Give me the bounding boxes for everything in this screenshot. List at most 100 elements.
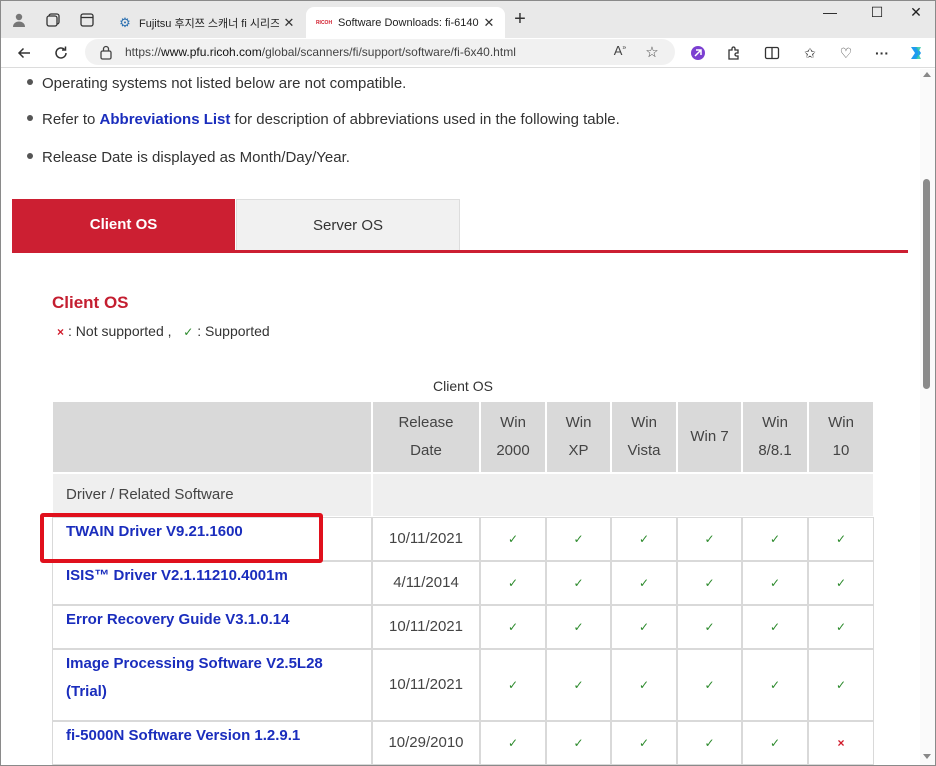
legend-supported: : Supported [197, 323, 270, 339]
software-name-suffix[interactable]: (Trial) [66, 678, 107, 706]
check-icon: ✓ [638, 620, 650, 634]
support-cell: ✓ [742, 561, 808, 605]
vertical-scrollbar[interactable] [920, 69, 935, 765]
note-item: Refer to Abbreviations List for descript… [27, 111, 620, 128]
tab-title: Software Downloads: fi-6140 / fi- [338, 16, 479, 29]
header-text: 8/8.1 [758, 442, 792, 459]
scroll-down-arrow-icon[interactable] [923, 754, 931, 759]
software-name[interactable]: Image Processing Software V2.5L28 [66, 650, 323, 678]
lock-icon[interactable] [99, 44, 113, 60]
scroll-up-arrow-icon[interactable] [923, 72, 931, 77]
extensions-puzzle-icon[interactable] [723, 42, 745, 64]
tab-software-downloads[interactable]: RICOH Software Downloads: fi-6140 / fi- … [306, 7, 505, 38]
close-icon[interactable]: ✕ [479, 15, 499, 31]
profile-icon[interactable] [9, 10, 29, 30]
tab-server-os[interactable]: Server OS [236, 199, 460, 250]
note-text: Release Date is displayed as Month/Day/Y… [42, 149, 350, 166]
note-item: Operating systems not listed below are n… [27, 75, 406, 92]
support-cell: ✓ [808, 561, 874, 605]
support-cell: ✓ [742, 649, 808, 721]
check-icon: ✓ [769, 576, 781, 590]
abbreviations-list-link[interactable]: Abbreviations List [100, 111, 231, 128]
check-icon: ✓ [507, 678, 519, 692]
close-icon[interactable]: ✕ [279, 15, 299, 31]
split-screen-icon[interactable] [761, 42, 783, 64]
favorite-star-icon[interactable]: ☆ [643, 43, 661, 61]
support-cell: ✓ [742, 605, 808, 649]
back-arrow-icon[interactable] [12, 41, 36, 65]
header-text: XP [568, 442, 589, 459]
support-cell: ✓ [611, 517, 677, 561]
read-aloud-icon[interactable]: A» [611, 43, 629, 61]
tab-title: Fujitsu 후지쯔 스캐너 fi 시리즈-S [139, 17, 279, 30]
tab-actions-icon[interactable] [77, 10, 97, 30]
support-cell: ✓ [546, 605, 611, 649]
check-icon: ✓ [638, 736, 650, 750]
copilot-icon[interactable] [905, 42, 927, 64]
workspaces-icon[interactable] [43, 10, 63, 30]
check-icon: ✓ [573, 678, 584, 692]
new-tab-button[interactable]: + [509, 9, 531, 31]
support-cell: ✓ [677, 605, 742, 649]
header-text: Win 7 [690, 428, 729, 445]
extension-purple-icon[interactable] [687, 42, 709, 64]
software-link[interactable]: Image Processing Software V2.5L28 (Trial) [52, 649, 372, 721]
minimize-button[interactable]: — [807, 4, 853, 26]
support-cell: ✓ [677, 721, 742, 765]
favorites-icon[interactable]: ✩ [799, 42, 821, 64]
software-link[interactable]: ISIS™ Driver V2.1.11210.4001m [52, 561, 372, 605]
address-toolbar: https://www.pfu.ricoh.com/global/scanner… [1, 38, 935, 68]
page-content: Operating systems not listed below are n… [1, 69, 920, 765]
support-cell: ✓ [480, 721, 546, 765]
support-cell: ✓ [546, 721, 611, 765]
software-name[interactable]: fi-5000N Software Version 1.2.9.1 [66, 722, 300, 750]
tab-fujitsu[interactable]: ⚙ Fujitsu 후지쯔 스캐너 fi 시리즈-S ✕ [109, 7, 305, 38]
software-name[interactable]: Error Recovery Guide V3.1.0.14 [66, 606, 289, 634]
browser-window: ⚙ Fujitsu 후지쯔 스캐너 fi 시리즈-S ✕ RICOH Softw… [0, 0, 936, 766]
header-os-col: Win Vista [611, 401, 677, 473]
url-path: /global/scanners/fi/support/software/fi-… [261, 45, 516, 59]
check-icon: ✓ [573, 620, 584, 634]
software-name[interactable]: ISIS™ Driver V2.1.11210.4001m [66, 562, 288, 590]
check-icon: ✓ [704, 736, 715, 750]
header-release-date: Release Date [372, 401, 480, 473]
header-os-col: Win 7 [677, 401, 742, 473]
header-text: Date [410, 442, 442, 459]
check-icon: ✓ [507, 576, 519, 590]
support-cell: ✓ [480, 605, 546, 649]
header-text: Win [500, 414, 526, 431]
legend: ×: Not supported , ✓: Supported [57, 323, 270, 339]
tab-client-os[interactable]: Client OS [12, 199, 235, 250]
bullet-dot [27, 153, 33, 160]
support-cell: × [808, 721, 874, 765]
support-cell: ✓ [611, 721, 677, 765]
scroll-thumb[interactable] [923, 179, 930, 389]
software-link[interactable]: Error Recovery Guide V3.1.0.14 [52, 605, 372, 649]
section-title: Client OS [52, 293, 129, 312]
header-text: Release [398, 414, 454, 431]
check-icon: ✓ [835, 532, 847, 546]
support-cell: ✓ [808, 517, 874, 561]
check-icon: ✓ [704, 532, 715, 546]
browser-essentials-icon[interactable]: ♡ [835, 42, 857, 64]
support-cell: ✓ [677, 517, 742, 561]
support-cell: ✓ [611, 605, 677, 649]
more-options-icon[interactable]: ··· [871, 42, 893, 64]
check-icon: ✓ [835, 620, 847, 634]
table-caption: Client OS [433, 378, 493, 394]
refresh-icon[interactable] [49, 41, 73, 65]
header-text: 10 [832, 442, 850, 459]
url-prefix: https:// [125, 45, 162, 59]
check-icon: ✓ [638, 678, 650, 692]
release-date-cell: 10/29/2010 [372, 721, 480, 765]
software-link[interactable]: fi-5000N Software Version 1.2.9.1 [52, 721, 372, 765]
url-text[interactable]: https://www.pfu.ricoh.com/global/scanner… [125, 45, 516, 59]
check-icon: ✓ [704, 620, 715, 634]
header-text: Win [631, 414, 657, 431]
url-host: www.pfu.ricoh.com [161, 45, 262, 59]
address-bar[interactable]: https://www.pfu.ricoh.com/global/scanner… [85, 39, 675, 65]
note-item: Release Date is displayed as Month/Day/Y… [27, 149, 350, 166]
close-window-button[interactable]: ✕ [893, 4, 935, 26]
check-icon: ✓ [638, 576, 650, 590]
support-cell: ✓ [480, 561, 546, 605]
